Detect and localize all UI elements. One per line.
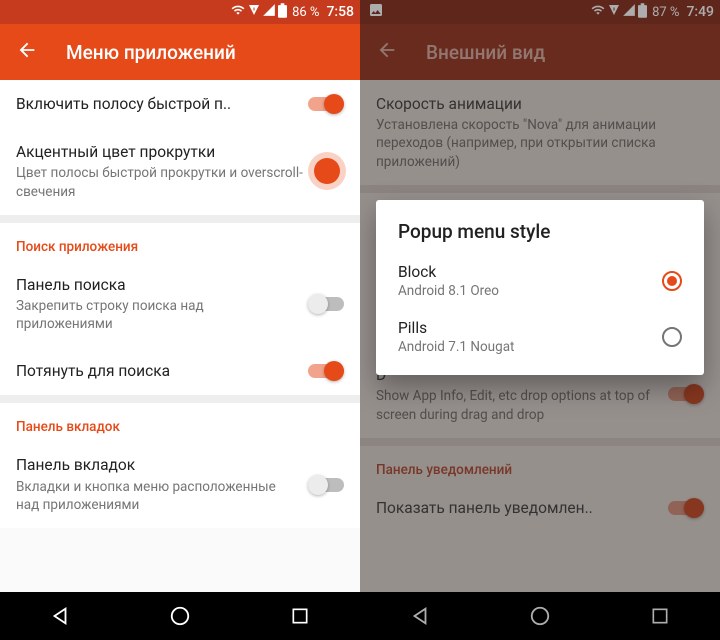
divider <box>0 395 360 403</box>
wifi-icon <box>230 3 246 21</box>
setting-label: Включить полосу быстрой п.. <box>16 94 300 114</box>
back-button[interactable] <box>16 39 38 65</box>
no-sim-icon <box>248 3 260 21</box>
battery-icon <box>278 3 287 22</box>
nav-back-button[interactable] <box>48 604 72 628</box>
toolbar: Меню приложений <box>0 24 360 80</box>
setting-desc: Закрепить строку поиска над приложениями <box>16 297 300 333</box>
setting-accent-color[interactable]: Акцентный цвет прокрутки Цвет полосы быс… <box>0 128 360 215</box>
status-bar: 86 % 7:58 <box>0 0 360 24</box>
radio-button[interactable] <box>662 271 682 291</box>
battery-text: 86 % <box>292 5 319 20</box>
device-right: 87 % 7:49 Внешний вид Скорость анимации … <box>360 0 720 640</box>
settings-list: Включить полосу быстрой п.. Акцентный цв… <box>0 80 360 592</box>
radio-option-block[interactable]: Block Android 8.1 Oreo <box>376 253 704 309</box>
option-sub: Android 7.1 Nougat <box>398 339 662 355</box>
nav-bar <box>0 592 360 640</box>
signal-icon <box>262 3 276 21</box>
popup-menu-style-dialog: Popup menu style Block Android 8.1 Oreo … <box>376 200 704 375</box>
setting-desc: Вкладки и кнопка меню расположенные над … <box>16 478 300 514</box>
dialog-title: Popup menu style <box>376 220 704 253</box>
section-search: Поиск приложения <box>0 223 360 261</box>
switch-toggle[interactable] <box>308 361 344 381</box>
switch-toggle[interactable] <box>308 94 344 114</box>
switch-toggle[interactable] <box>308 475 344 495</box>
radio-option-pills[interactable]: Pills Android 7.1 Nougat <box>376 309 704 365</box>
setting-search-panel[interactable]: Панель поиска Закрепить строку поиска на… <box>0 261 360 348</box>
option-label: Pills <box>398 319 662 337</box>
option-sub: Android 8.1 Oreo <box>398 283 662 299</box>
setting-desc: Цвет полосы быстрой прокрутки и overscro… <box>16 164 306 200</box>
setting-label: Панель поиска <box>16 275 300 295</box>
setting-quick-scroll[interactable]: Включить полосу быстрой п.. <box>0 80 360 128</box>
section-tabs: Панель вкладок <box>0 403 360 441</box>
switch-toggle[interactable] <box>308 294 344 314</box>
option-label: Block <box>398 263 662 281</box>
setting-label: Панель вкладок <box>16 455 300 475</box>
nav-recents-button[interactable] <box>288 604 312 628</box>
accent-color-dot <box>314 158 340 184</box>
setting-label: Потянуть для поиска <box>16 361 300 381</box>
setting-label: Акцентный цвет прокрутки <box>16 142 306 162</box>
radio-button[interactable] <box>662 327 682 347</box>
clock-text: 7:58 <box>326 4 354 20</box>
nav-home-button[interactable] <box>168 604 192 628</box>
device-left: 86 % 7:58 Меню приложений Включить полос… <box>0 0 360 640</box>
divider <box>0 215 360 223</box>
page-title: Меню приложений <box>66 41 236 64</box>
setting-pull-search[interactable]: Потянуть для поиска <box>0 347 360 395</box>
setting-tabs-panel[interactable]: Панель вкладок Вкладки и кнопка меню рас… <box>0 441 360 528</box>
